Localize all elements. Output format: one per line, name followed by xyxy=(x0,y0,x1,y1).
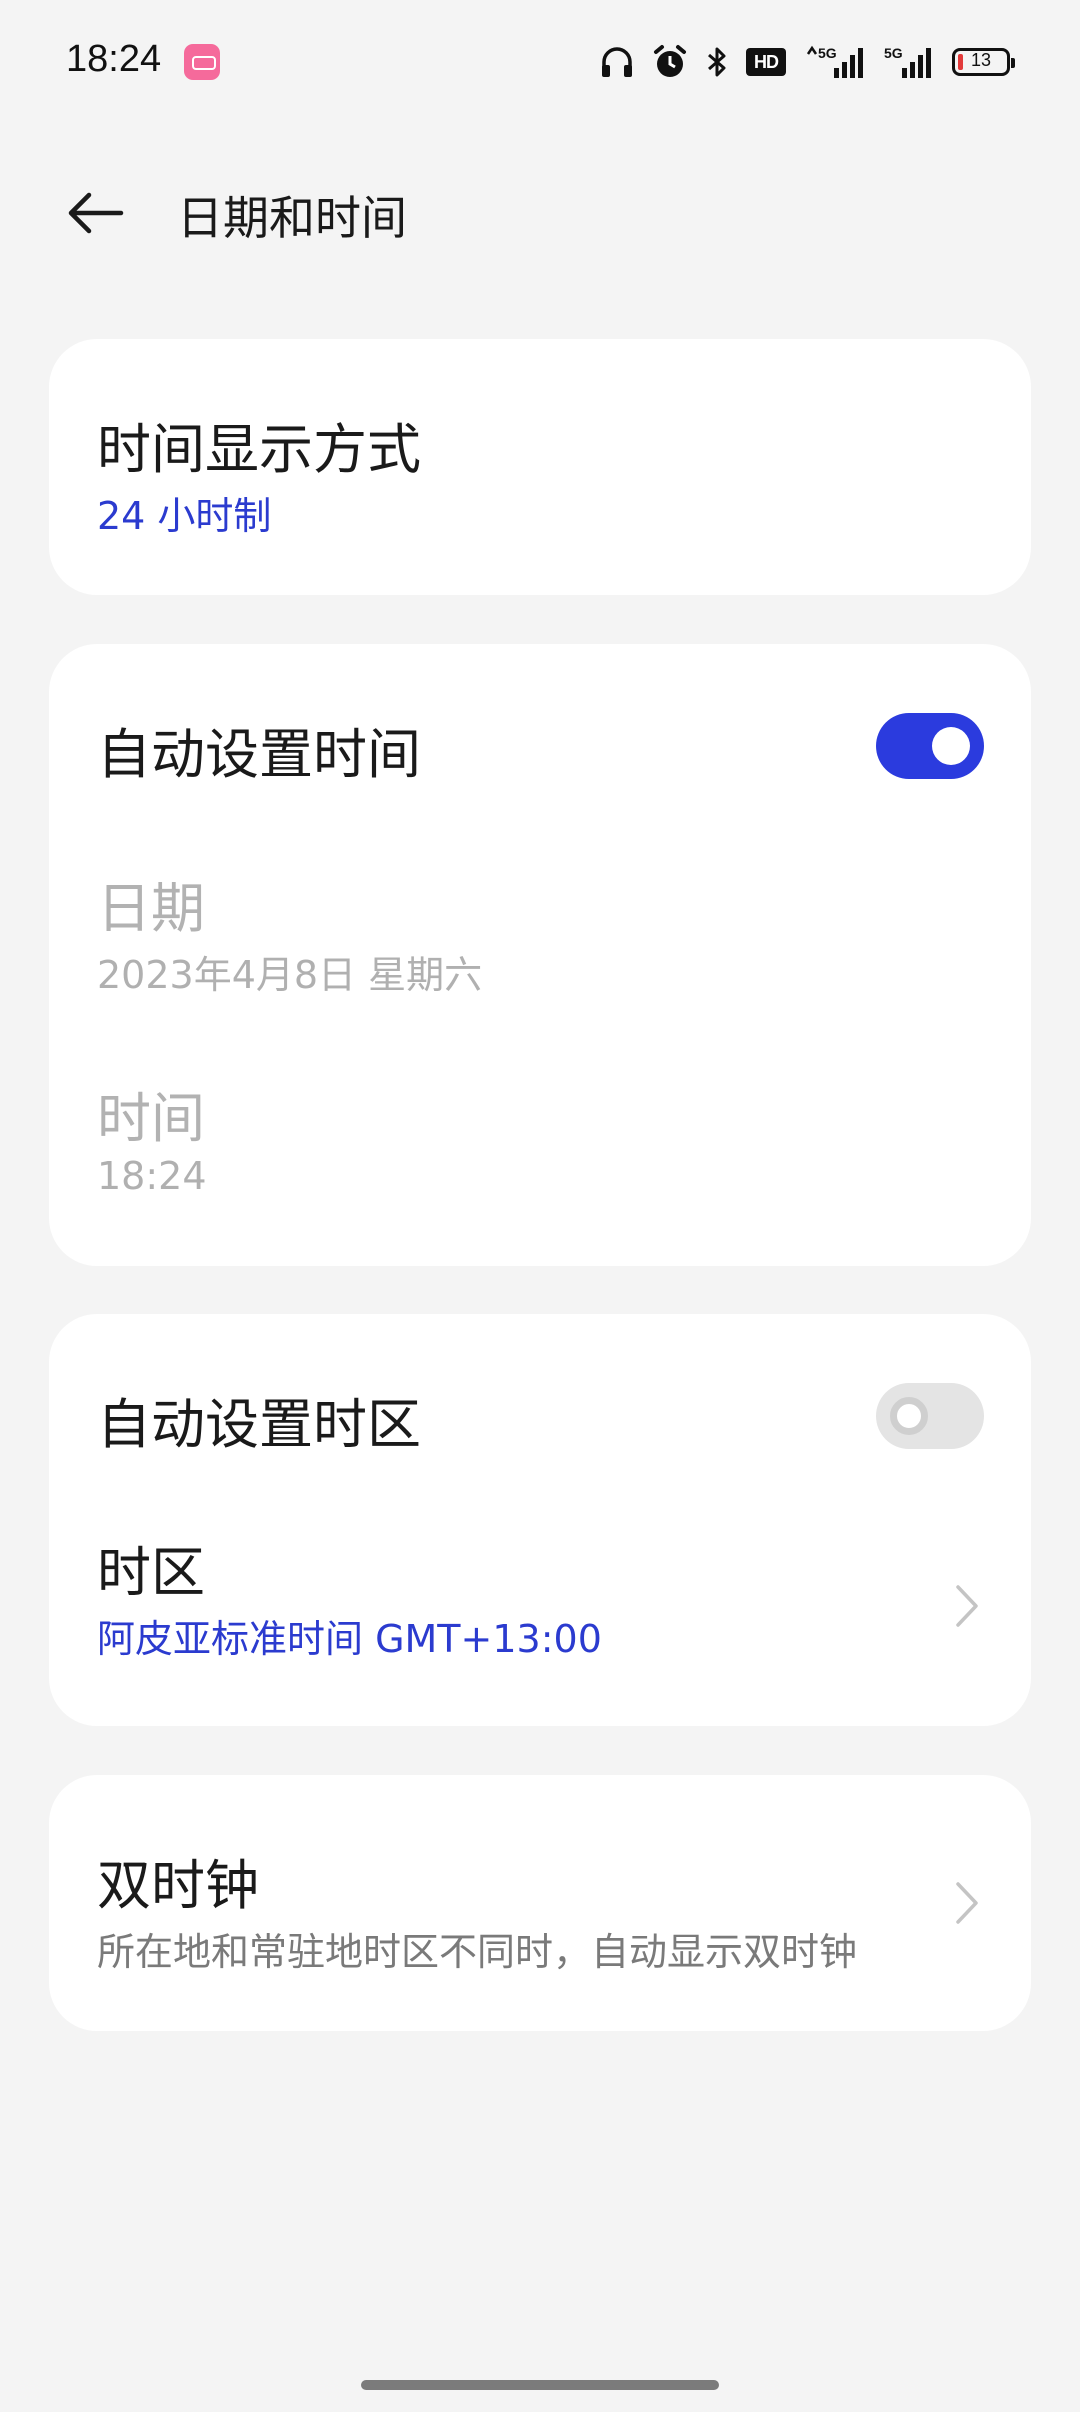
battery-icon: 13 xyxy=(952,48,1015,76)
chevron-right-icon xyxy=(947,1576,987,1636)
auto-time-title: 自动设置时间 xyxy=(97,723,421,786)
status-time: 18:24 xyxy=(66,38,162,80)
time-value: 18:24 xyxy=(97,1154,207,1198)
page-title: 日期和时间 xyxy=(177,191,407,245)
bluetooth-icon xyxy=(708,47,726,77)
hd-label: HD xyxy=(754,51,779,72)
timezone-row[interactable]: 时区 阿皮亚标准时间 GMT+13:00 xyxy=(49,1504,1031,1726)
toggle-knob xyxy=(890,1397,928,1435)
date-row: 日期 2023年4月8日 星期六 xyxy=(49,844,1031,1054)
signal-5g-1-icon: 5G xyxy=(806,45,863,78)
time-title: 时间 xyxy=(97,1087,205,1150)
app-badge-icon xyxy=(184,44,220,80)
auto-time-row[interactable]: 自动设置时间 xyxy=(49,644,1031,844)
auto-timezone-row[interactable]: 自动设置时区 xyxy=(49,1314,1031,1504)
svg-text:5G: 5G xyxy=(818,45,837,61)
auto-timezone-toggle[interactable] xyxy=(876,1383,984,1449)
toggle-knob xyxy=(932,727,970,765)
status-icons: HD 5G 5G 13 xyxy=(600,42,1015,82)
time-format-row[interactable]: 时间显示方式 24 小时制 xyxy=(49,339,1031,595)
time-format-card: 时间显示方式 24 小时制 xyxy=(49,339,1031,595)
top-app-bar: 日期和时间 xyxy=(0,150,1080,275)
battery-percent: 13 xyxy=(970,50,992,70)
signal-5g-2-icon: 5G xyxy=(884,45,931,78)
chevron-right-icon xyxy=(947,1873,987,1933)
dual-clock-row[interactable]: 双时钟 所在地和常驻地时区不同时，自动显示双时钟 xyxy=(49,1775,1031,2031)
auto-time-card: 自动设置时间 日期 2023年4月8日 星期六 时间 18:24 xyxy=(49,644,1031,1266)
timezone-title: 时区 xyxy=(97,1541,205,1604)
dual-clock-description: 所在地和常驻地时区不同时，自动显示双时钟 xyxy=(97,1930,858,1974)
date-title: 日期 xyxy=(97,877,205,940)
hd-voice-icon: HD xyxy=(746,48,786,76)
svg-text:5G: 5G xyxy=(884,45,903,61)
back-arrow-icon xyxy=(68,192,124,234)
date-value: 2023年4月8日 星期六 xyxy=(97,953,483,997)
dual-clock-title: 双时钟 xyxy=(97,1854,259,1917)
headphones-icon xyxy=(602,47,632,77)
time-format-value: 24 小时制 xyxy=(97,494,272,538)
dual-clock-card: 双时钟 所在地和常驻地时区不同时，自动显示双时钟 xyxy=(49,1775,1031,2031)
home-indicator[interactable] xyxy=(361,2380,719,2390)
timezone-value: 阿皮亚标准时间 GMT+13:00 xyxy=(97,1617,602,1661)
time-format-title: 时间显示方式 xyxy=(97,418,421,481)
time-row: 时间 18:24 xyxy=(49,1054,1031,1266)
alarm-icon xyxy=(654,45,686,77)
back-button[interactable] xyxy=(60,178,130,248)
status-bar: 18:24 HD 5G 5G 13 xyxy=(0,0,1080,125)
auto-timezone-title: 自动设置时区 xyxy=(97,1393,421,1456)
auto-time-toggle[interactable] xyxy=(876,713,984,779)
auto-timezone-card: 自动设置时区 时区 阿皮亚标准时间 GMT+13:00 xyxy=(49,1314,1031,1726)
